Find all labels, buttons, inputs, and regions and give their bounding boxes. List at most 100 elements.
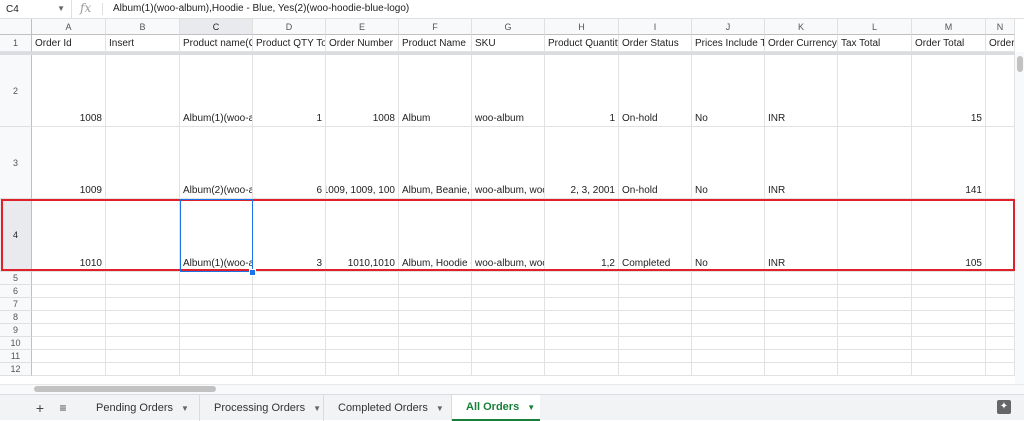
empty-cell[interactable] — [912, 285, 986, 298]
empty-cell[interactable] — [692, 324, 765, 337]
table-cell[interactable]: 141 — [912, 127, 986, 199]
row-header-3[interactable]: 3 — [0, 127, 32, 199]
table-cell[interactable]: woo-album, woo — [472, 199, 545, 272]
empty-cell[interactable] — [472, 324, 545, 337]
all-sheets-icon[interactable]: ≡ — [53, 395, 73, 421]
table-cell[interactable]: INR — [765, 55, 838, 127]
empty-cell[interactable] — [912, 298, 986, 311]
empty-cell[interactable] — [912, 311, 986, 324]
empty-cell[interactable] — [765, 324, 838, 337]
empty-cell[interactable] — [986, 298, 1015, 311]
table-cell[interactable]: No — [692, 127, 765, 199]
table-cell[interactable] — [106, 55, 180, 127]
empty-cell[interactable] — [692, 311, 765, 324]
empty-cell[interactable] — [765, 285, 838, 298]
table-cell[interactable]: 1,2 — [545, 199, 619, 272]
empty-cell[interactable] — [399, 363, 472, 376]
table-cell[interactable]: 1008 — [32, 55, 106, 127]
empty-cell[interactable] — [838, 324, 912, 337]
empty-cell[interactable] — [180, 298, 253, 311]
table-cell[interactable]: 1008 — [326, 55, 399, 127]
empty-cell[interactable] — [32, 285, 106, 298]
empty-cell[interactable] — [472, 363, 545, 376]
table-cell[interactable]: Completed — [619, 199, 692, 272]
empty-cell[interactable] — [838, 363, 912, 376]
empty-cell[interactable] — [765, 350, 838, 363]
empty-cell[interactable] — [619, 337, 692, 350]
table-cell[interactable]: Album(1)(woo-al — [180, 199, 253, 272]
empty-cell[interactable] — [399, 285, 472, 298]
header-cell[interactable]: Product Name — [399, 35, 472, 52]
table-cell[interactable]: 1009, 1009, 100 — [326, 127, 399, 199]
empty-cell[interactable] — [253, 324, 326, 337]
table-cell[interactable]: woo-album, woo — [472, 127, 545, 199]
empty-cell[interactable] — [838, 311, 912, 324]
empty-cell[interactable] — [986, 324, 1015, 337]
table-cell[interactable] — [106, 199, 180, 272]
empty-cell[interactable] — [180, 350, 253, 363]
empty-cell[interactable] — [619, 272, 692, 285]
empty-cell[interactable] — [692, 363, 765, 376]
empty-cell[interactable] — [326, 272, 399, 285]
table-cell[interactable]: 1009 — [32, 127, 106, 199]
table-cell[interactable]: 6 — [253, 127, 326, 199]
column-header-i[interactable]: I — [619, 19, 692, 35]
empty-cell[interactable] — [619, 311, 692, 324]
column-header-j[interactable]: J — [692, 19, 765, 35]
table-cell[interactable]: Album(2)(woo-al — [180, 127, 253, 199]
empty-cell[interactable] — [912, 337, 986, 350]
header-cell[interactable]: SKU — [472, 35, 545, 52]
row-header-7[interactable]: 7 — [0, 298, 32, 311]
empty-cell[interactable] — [326, 363, 399, 376]
column-header-a[interactable]: A — [32, 19, 106, 35]
empty-cell[interactable] — [619, 350, 692, 363]
empty-cell[interactable] — [765, 272, 838, 285]
empty-cell[interactable] — [838, 337, 912, 350]
empty-cell[interactable] — [253, 337, 326, 350]
table-cell[interactable]: Album, Beanie, H — [399, 127, 472, 199]
table-cell[interactable] — [838, 199, 912, 272]
empty-cell[interactable] — [986, 272, 1015, 285]
empty-cell[interactable] — [180, 337, 253, 350]
empty-cell[interactable] — [253, 350, 326, 363]
table-cell[interactable]: 3 — [253, 199, 326, 272]
empty-cell[interactable] — [180, 324, 253, 337]
row-header-1[interactable]: 1 — [0, 35, 32, 52]
empty-cell[interactable] — [545, 272, 619, 285]
empty-cell[interactable] — [692, 337, 765, 350]
header-cell[interactable]: Tax Total — [838, 35, 912, 52]
column-header-f[interactable]: F — [399, 19, 472, 35]
empty-cell[interactable] — [545, 337, 619, 350]
column-header-d[interactable]: D — [253, 19, 326, 35]
empty-cell[interactable] — [692, 298, 765, 311]
table-cell[interactable]: On-hold — [619, 55, 692, 127]
empty-cell[interactable] — [986, 363, 1015, 376]
empty-cell[interactable] — [326, 285, 399, 298]
tab-all-orders[interactable]: All Orders ▼ — [452, 395, 540, 421]
select-all-corner[interactable] — [0, 19, 32, 35]
table-cell[interactable]: 1010 — [32, 199, 106, 272]
empty-cell[interactable] — [106, 337, 180, 350]
empty-cell[interactable] — [838, 350, 912, 363]
table-cell[interactable] — [838, 127, 912, 199]
table-cell[interactable] — [986, 199, 1015, 272]
table-cell[interactable]: woo-album — [472, 55, 545, 127]
empty-cell[interactable] — [32, 311, 106, 324]
empty-cell[interactable] — [619, 324, 692, 337]
table-cell[interactable]: Album — [399, 55, 472, 127]
column-header-n[interactable]: N — [986, 19, 1015, 35]
empty-cell[interactable] — [399, 350, 472, 363]
empty-cell[interactable] — [692, 350, 765, 363]
column-header-e[interactable]: E — [326, 19, 399, 35]
empty-cell[interactable] — [912, 363, 986, 376]
header-cell[interactable]: Product name(Q — [180, 35, 253, 52]
empty-cell[interactable] — [545, 298, 619, 311]
row-header-4[interactable]: 4 — [0, 199, 32, 272]
header-cell[interactable]: Order Currency — [765, 35, 838, 52]
empty-cell[interactable] — [619, 285, 692, 298]
row-header-2[interactable]: 2 — [0, 55, 32, 127]
empty-cell[interactable] — [32, 337, 106, 350]
row-header-12[interactable]: 12 — [0, 363, 32, 376]
fill-handle[interactable] — [249, 269, 256, 276]
empty-cell[interactable] — [472, 298, 545, 311]
